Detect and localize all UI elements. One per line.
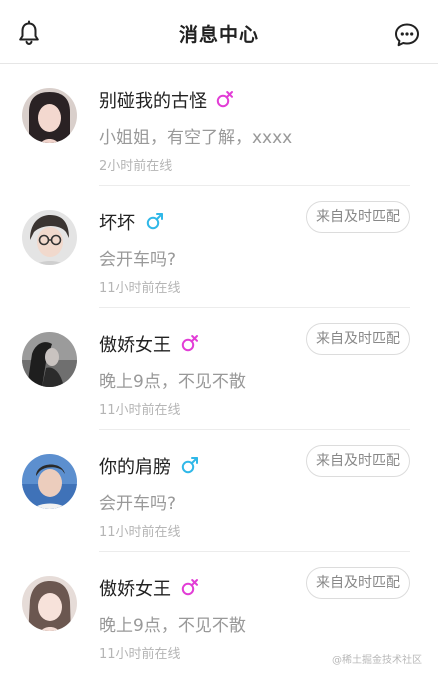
avatar[interactable] (22, 332, 77, 387)
contact-name: 傲娇女王 (99, 335, 171, 356)
online-status: 11小时前在线 (99, 647, 181, 662)
last-message: 小姐姐，有空了解，xxxx (99, 128, 293, 148)
message-center-screen: 消息中心 别碰我的古怪 小姐姐，有空了解，xxxx 2小时前在线 坏坏 来自及时… (0, 0, 438, 680)
watermark: @稀土掘金技术社区 (332, 655, 422, 666)
page-title: 消息中心 (178, 24, 259, 46)
last-message: 晚上9点，不见不散 (99, 372, 246, 392)
female-gender-icon (181, 335, 198, 352)
conversation-item[interactable]: 傲娇女王 来自及时匹配 晚上9点，不见不散 11小时前在线 (0, 308, 438, 430)
conversation-list: 别碰我的古怪 小姐姐，有空了解，xxxx 2小时前在线 坏坏 来自及时匹配 会开… (0, 64, 438, 674)
chat-bubble-icon[interactable] (394, 22, 420, 48)
female-gender-icon (216, 91, 233, 108)
male-gender-icon (181, 457, 198, 474)
last-message: 会开车吗? (99, 250, 177, 270)
contact-name: 傲娇女王 (99, 579, 171, 600)
avatar[interactable] (22, 576, 77, 631)
match-source-badge: 来自及时匹配 (306, 323, 410, 355)
avatar[interactable] (22, 88, 77, 143)
online-status: 11小时前在线 (99, 281, 181, 296)
last-message: 会开车吗? (99, 494, 177, 514)
online-status: 2小时前在线 (99, 159, 173, 174)
match-source-badge: 来自及时匹配 (306, 567, 410, 599)
contact-name: 别碰我的古怪 (99, 91, 207, 112)
match-source-badge: 来自及时匹配 (306, 445, 410, 477)
contact-name: 你的肩膀 (99, 457, 171, 478)
header-bar: 消息中心 (0, 0, 438, 64)
male-gender-icon (146, 213, 163, 230)
conversation-item[interactable]: 你的肩膀 来自及时匹配 会开车吗? 11小时前在线 (0, 430, 438, 552)
female-gender-icon (181, 579, 198, 596)
avatar[interactable] (22, 454, 77, 509)
contact-name: 坏坏 (99, 213, 135, 234)
online-status: 11小时前在线 (99, 403, 181, 418)
conversation-item[interactable]: 别碰我的古怪 小姐姐，有空了解，xxxx 2小时前在线 (0, 64, 438, 186)
online-status: 11小时前在线 (99, 525, 181, 540)
match-source-badge: 来自及时匹配 (306, 201, 410, 233)
conversation-item[interactable]: 坏坏 来自及时匹配 会开车吗? 11小时前在线 (0, 186, 438, 308)
avatar[interactable] (22, 210, 77, 265)
last-message: 晚上9点，不见不散 (99, 616, 246, 636)
